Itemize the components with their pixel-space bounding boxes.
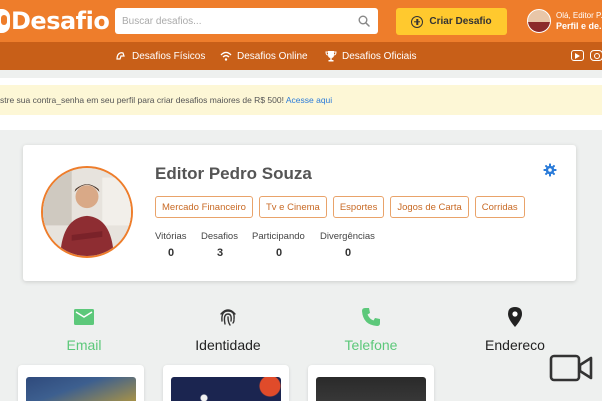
- nav-item-online-challenges[interactable]: Desafios Online: [220, 50, 308, 62]
- logo[interactable]: Desafio: [0, 6, 110, 36]
- mail-icon: [74, 309, 94, 325]
- verification-label: Identidade: [195, 337, 261, 353]
- challenge-card[interactable]: [18, 365, 144, 401]
- tag-races[interactable]: Corridas: [474, 196, 525, 218]
- user-greeting: Olá, Editor P...: [556, 11, 602, 20]
- nav-item-label: Desafios Oficiais: [342, 50, 417, 62]
- nav-item-physical-challenges[interactable]: Desafios Físicos: [115, 50, 205, 62]
- gear-icon[interactable]: [543, 163, 557, 177]
- stat-participating: Participando 0: [252, 231, 305, 259]
- stat-wins: Vitórias 0: [155, 231, 187, 259]
- logo-text: Desafio: [11, 7, 110, 35]
- user-menu[interactable]: Olá, Editor P... Perfil e de...: [527, 9, 602, 33]
- challenge-card[interactable]: [163, 365, 289, 401]
- verification-label: Endereco: [485, 337, 545, 353]
- challenge-thumbnail: [316, 377, 426, 401]
- stat-label: Participando: [252, 231, 305, 242]
- verification-label: Telefone: [344, 337, 398, 353]
- create-challenge-button[interactable]: Criar Desafio: [396, 8, 507, 35]
- profile-card: Editor Pedro Souza Mercado Financeiro Tv…: [23, 145, 576, 281]
- interest-tags: Mercado Financeiro Tv e Cinema Esportes …: [155, 196, 525, 218]
- alert-text: stre sua contra_senha em seu perfil para…: [0, 95, 286, 105]
- plus-circle-icon: [411, 15, 424, 28]
- profile-name: Editor Pedro Souza: [155, 164, 312, 183]
- profile-avatar: [41, 166, 133, 258]
- stat-label: Desafios: [201, 231, 238, 242]
- youtube-icon[interactable]: [571, 50, 584, 61]
- profile-photo: [43, 168, 131, 256]
- stat-label: Vitórias: [155, 231, 187, 242]
- challenge-thumbnail: [171, 377, 281, 401]
- password-alert: stre sua contra_senha em seu perfil para…: [0, 85, 602, 115]
- video-camera-icon[interactable]: [549, 353, 593, 383]
- search-box: [115, 8, 378, 34]
- phone-icon: [362, 308, 380, 326]
- avatar: [527, 9, 551, 33]
- verification-identity[interactable]: Identidade: [178, 306, 278, 353]
- fingerprint-icon: [220, 309, 236, 326]
- alert-link[interactable]: Acesse aqui: [286, 95, 332, 105]
- alert-section: stre sua contra_senha em seu perfil para…: [0, 78, 602, 130]
- tag-tv-cinema[interactable]: Tv e Cinema: [258, 196, 327, 218]
- nav-item-label: Desafios Físicos: [132, 50, 206, 62]
- stat-value: 0: [345, 247, 352, 259]
- search-icon[interactable]: [358, 15, 370, 27]
- top-bar: Desafio Criar Desafio Olá, Editor P... P…: [0, 0, 602, 42]
- search-input[interactable]: [115, 8, 355, 34]
- verification-phone[interactable]: Telefone: [336, 306, 406, 353]
- verification-label: Email: [66, 337, 102, 353]
- nav-item-official-challenges[interactable]: Desafios Oficiais: [325, 50, 416, 62]
- tag-card-games[interactable]: Jogos de Carta: [390, 196, 469, 218]
- profile-link[interactable]: Perfil e de...: [556, 21, 602, 32]
- verification-email[interactable]: Email: [54, 306, 114, 353]
- logo-mark-icon: [0, 9, 10, 33]
- trophy-icon: [325, 51, 337, 62]
- location-pin-icon: [508, 307, 522, 327]
- stat-challenges: Desafios 3: [201, 231, 238, 259]
- create-challenge-label: Criar Desafio: [429, 16, 492, 27]
- instagram-icon[interactable]: [590, 50, 602, 61]
- challenge-card[interactable]: [308, 365, 434, 401]
- challenge-thumbnail: [26, 377, 136, 401]
- dumbbell-icon: [116, 52, 125, 60]
- tag-financial-market[interactable]: Mercado Financeiro: [155, 196, 253, 218]
- stat-label: Divergências: [320, 231, 375, 242]
- nav-item-label: Desafios Online: [237, 50, 308, 62]
- category-nav: u Desafios Físicos Desafios Online Desaf…: [0, 42, 602, 70]
- stat-divergences: Divergências 0: [320, 231, 375, 259]
- wifi-icon: [220, 51, 232, 61]
- stat-value: 3: [217, 247, 224, 259]
- stat-value: 0: [276, 247, 283, 259]
- tag-sports[interactable]: Esportes: [332, 196, 385, 218]
- verification-address[interactable]: Endereco: [474, 306, 556, 353]
- stat-value: 0: [168, 247, 175, 259]
